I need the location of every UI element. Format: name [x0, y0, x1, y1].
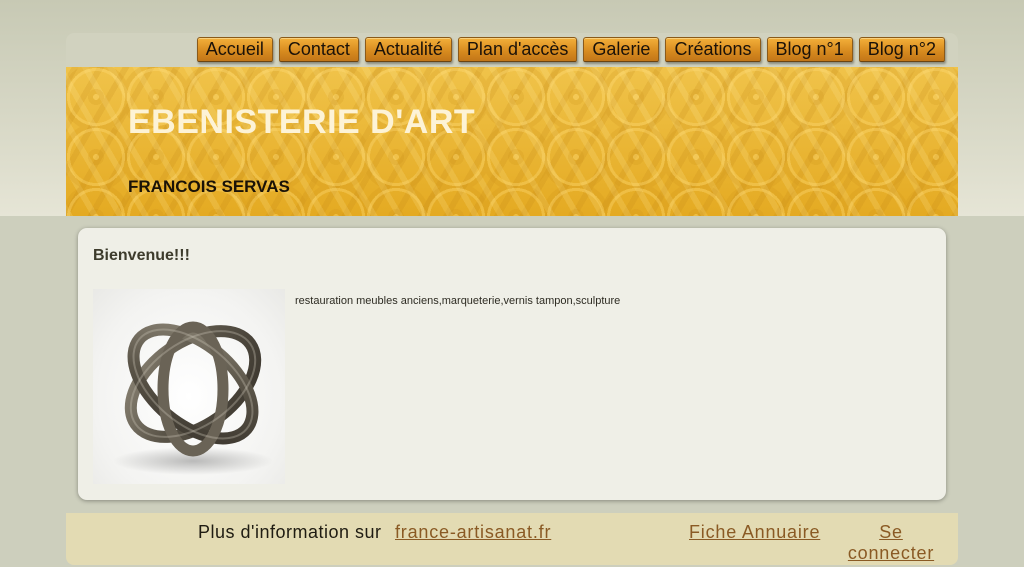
- metal-ring-sculpture-icon: [113, 321, 273, 475]
- nav-item-contact[interactable]: Contact: [278, 37, 359, 62]
- welcome-heading: Bienvenue!!!: [93, 247, 190, 264]
- site-header-banner: EBENISTERIE D'ART FRANCOIS SERVAS: [66, 67, 958, 216]
- page-container: Accueil Contact Actualité Plan d'accès G…: [66, 33, 958, 565]
- nav-item-actualite[interactable]: Actualité: [364, 37, 452, 62]
- nav-item-plan-acces[interactable]: Plan d'accès: [457, 37, 578, 62]
- footer: Plus d'information sur france-artisanat.…: [66, 513, 958, 565]
- nav-item-blog-2[interactable]: Blog n°2: [858, 37, 945, 62]
- site-title: EBENISTERIE D'ART: [128, 103, 476, 141]
- nav-strip: Accueil Contact Actualité Plan d'accès G…: [66, 33, 958, 67]
- site-subtitle: FRANCOIS SERVAS: [128, 177, 290, 196]
- france-artisanat-link[interactable]: france-artisanat.fr: [395, 522, 551, 543]
- metal-ring-sculpture-image: [93, 289, 285, 484]
- nav-item-galerie[interactable]: Galerie: [583, 37, 660, 62]
- nav-item-creations[interactable]: Créations: [665, 37, 761, 62]
- content-card: Bienvenue!!! restauration meubles ancien…: [78, 228, 946, 500]
- main-nav: Accueil Contact Actualité Plan d'accès G…: [196, 37, 945, 62]
- nav-item-blog-1[interactable]: Blog n°1: [766, 37, 853, 62]
- fiche-annuaire-link[interactable]: Fiche Annuaire: [689, 522, 820, 543]
- footer-info-text: Plus d'information sur: [198, 522, 382, 542]
- services-description: restauration meubles anciens,marqueterie…: [295, 295, 621, 307]
- login-link[interactable]: Se connecter: [847, 522, 935, 564]
- nav-item-accueil[interactable]: Accueil: [196, 37, 273, 62]
